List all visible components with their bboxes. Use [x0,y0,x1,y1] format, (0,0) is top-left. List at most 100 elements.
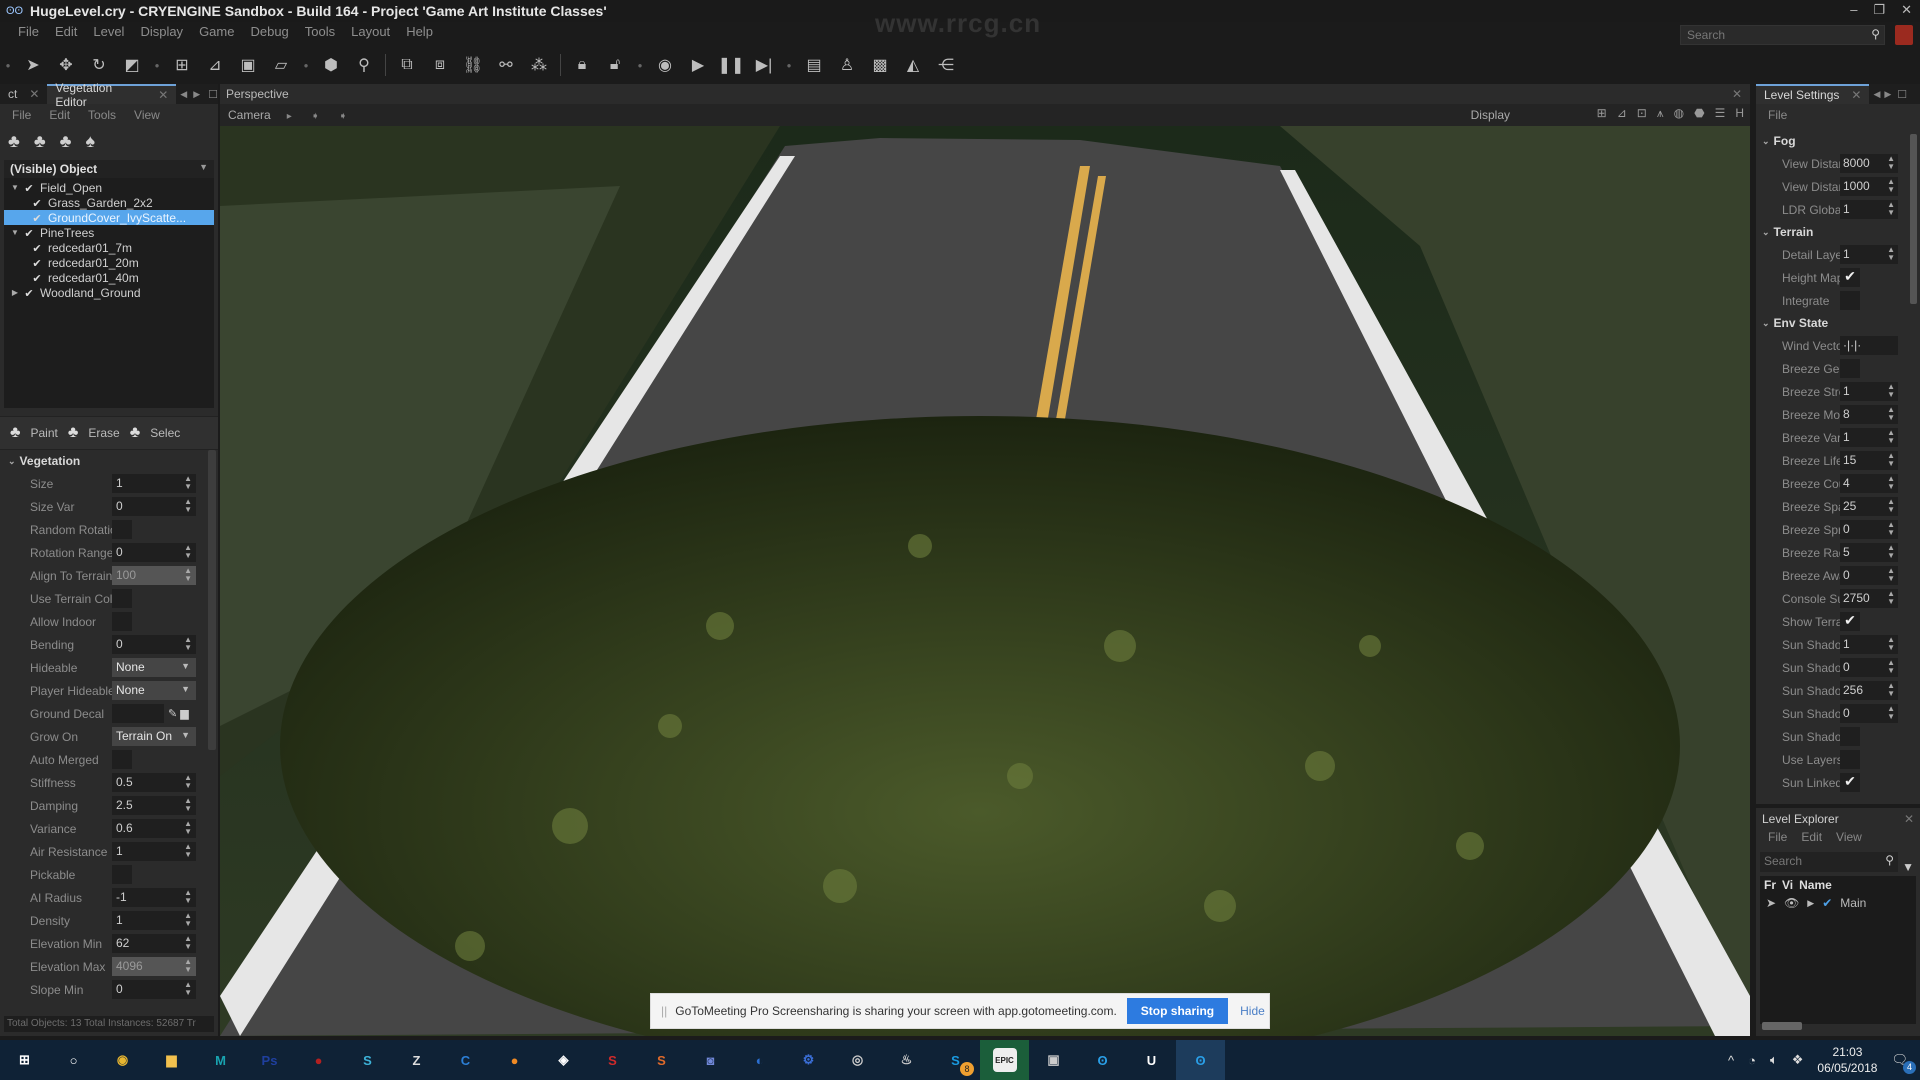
find-icon[interactable]: ⚲ [352,53,376,77]
paint-brush-icon[interactable]: ♣ [10,424,21,442]
setting-input[interactable]: 25 ▲ ▼ [1840,497,1898,516]
speed-slow-icon[interactable]: ▸ [287,111,292,122]
taskbar-remote-desktop[interactable]: ▣ [1029,1040,1078,1080]
spinner-icon[interactable]: ▲ ▼ [1887,705,1895,721]
filter-icon[interactable]: ▼ [1902,860,1914,874]
erase-button[interactable]: Erase [88,426,119,440]
setting-input[interactable]: 2750 ▲ ▼ [1840,589,1898,608]
snap-terrain-icon[interactable]: ▱ [269,53,293,77]
property-select[interactable]: None ▼ [112,681,196,700]
property-select[interactable]: None ▼ [112,658,196,677]
viewport-tab[interactable]: Perspective [226,87,289,101]
link-icon[interactable]: ⛓ [461,53,485,77]
setting-checkbox[interactable]: ✔ [1840,773,1860,792]
property-checkbox[interactable] [112,589,132,608]
unlink-icon[interactable]: ⚯ [494,53,518,77]
tree-item[interactable]: ▼ ✔ PineTrees [4,225,214,240]
select-button[interactable]: Selec [150,426,180,440]
expand-down-icon[interactable]: ▼ [8,228,22,237]
group-icon[interactable]: ⧉ [395,53,419,77]
setting-checkbox[interactable] [1840,291,1860,310]
spinner-icon[interactable]: ▲ ▼ [1887,475,1895,491]
setting-input[interactable]: 0 ▲ ▼ [1840,520,1898,539]
terrain-icon[interactable]: ◭ [901,53,925,77]
menu-view[interactable]: View [1836,830,1862,848]
spinner-icon[interactable]: ▲ ▼ [184,797,192,813]
property-input[interactable]: 0.5 ▲ ▼ [112,773,196,792]
taskbar-unity[interactable]: ◈ [539,1040,588,1080]
step-icon[interactable]: ▶| [752,53,776,77]
setting-input[interactable]: 256 ▲ ▼ [1840,681,1898,700]
property-checkbox[interactable] [112,750,132,769]
property-checkbox[interactable] [112,520,132,539]
horizontal-scrollbar[interactable] [1762,1022,1802,1030]
spinner-icon[interactable]: ▲ ▼ [1887,429,1895,445]
menu-tools[interactable]: Tools [297,22,343,42]
taskbar-substance-designer[interactable]: S [637,1040,686,1080]
tab-scroll-left-icon[interactable]: ◀ [1873,89,1880,100]
scene-render[interactable] [220,126,1750,1036]
camera-menu[interactable]: Camera [228,108,271,122]
setting-input[interactable]: 5 ▲ ▼ [1840,543,1898,562]
layer-row[interactable]: ➤ 👁︎ ▶ ✔ Main [1766,896,1910,910]
setting-input[interactable]: ·|·|· [1840,336,1898,355]
taskbar-blender[interactable]: ● [490,1040,539,1080]
spinner-icon[interactable]: ▲ ▼ [1887,636,1895,652]
taskbar-cortana[interactable]: ○ [49,1040,98,1080]
tree-header[interactable]: (Visible) Object ▼ [4,160,214,178]
close-icon[interactable]: ✕ [29,87,39,101]
rotate-icon[interactable]: ↻ [87,53,111,77]
menu-edit[interactable]: Edit [49,108,70,122]
menu-tools[interactable]: Tools [88,108,116,122]
angle-snap-icon[interactable]: ⊿ [1617,106,1627,121]
setting-input[interactable]: 1 ▲ ▼ [1840,200,1898,219]
section-vegetation[interactable]: ⌄ Vegetation [0,450,218,472]
menu-edit[interactable]: Edit [1801,830,1822,848]
property-input[interactable]: 0.6 ▲ ▼ [112,819,196,838]
menu-file[interactable]: File [10,22,47,42]
game-mode-icon[interactable]: ◉ [653,53,677,77]
select-brush-icon[interactable]: ♣ [130,424,141,442]
tree-item[interactable]: ✔ redcedar01_20m [4,255,214,270]
spinner-icon[interactable]: ▲ ▼ [184,889,192,905]
menu-file[interactable]: File [12,108,31,122]
property-select[interactable]: Terrain On ▼ [112,727,196,746]
tab-scroll-right-icon[interactable]: ▶ [1884,89,1891,100]
tab-level-settings[interactable]: Level Settings ✕ [1756,84,1870,104]
maximize-icon[interactable]: ☐ [208,88,218,101]
layout-icon[interactable]: ▤ [802,53,826,77]
spinner-icon[interactable]: ▲ ▼ [1887,201,1895,217]
taskbar-app-blue[interactable]: ◐ [735,1040,784,1080]
taskbar-zbrush[interactable]: Z [392,1040,441,1080]
spinner-icon[interactable]: ▲ ▼ [1887,498,1895,514]
property-input[interactable]: 100 ▲ ▼ [112,566,196,585]
menu-view[interactable]: View [134,108,160,122]
close-icon[interactable]: ✕ [1904,812,1914,826]
taskbar-app-gear[interactable]: ⚙ [784,1040,833,1080]
spinner-icon[interactable]: ▲ ▼ [184,820,192,836]
close-icon[interactable]: ✕ [1732,87,1742,101]
speed-fast-icon[interactable]: ➧ [339,111,347,122]
setting-input[interactable]: 0 ▲ ▼ [1840,566,1898,585]
menu-help[interactable]: Help [398,22,441,42]
setting-input[interactable]: 1 ▲ ▼ [1840,428,1898,447]
tree-item[interactable]: ✔ GroundCover_IvyScatte... [4,210,214,225]
property-input[interactable]: 1 ▲ ▼ [112,842,196,861]
taskbar-app-red[interactable]: ● [294,1040,343,1080]
spinner-icon[interactable]: ▲ ▼ [1887,567,1895,583]
add-group-icon[interactable]: ♣ [34,131,46,152]
setting-input[interactable]: 8 ▲ ▼ [1840,405,1898,424]
close-icon[interactable]: ✕ [1851,88,1861,102]
property-input[interactable]: 2.5 ▲ ▼ [112,796,196,815]
tree-item[interactable]: ▶ ✔ Woodland_Ground [4,285,214,300]
erase-brush-icon[interactable]: ♣ [68,424,79,442]
tab-vegetation-editor[interactable]: Vegetation Editor ✕ [47,81,177,109]
show-hidden-icons[interactable]: ^ [1728,1053,1734,1068]
setting-input[interactable]: 8000 ▲ ▼ [1840,154,1898,173]
volume-icon[interactable]: 🔈︎ [1770,1052,1778,1068]
hide-button[interactable]: Hide [1240,1004,1265,1018]
setting-input[interactable]: 1 ▲ ▼ [1840,245,1898,264]
spinner-icon[interactable]: ▲ ▼ [184,935,192,951]
checkbox-icon[interactable]: ✔ [30,242,44,255]
menu-icon[interactable]: ☰ [1715,106,1726,121]
